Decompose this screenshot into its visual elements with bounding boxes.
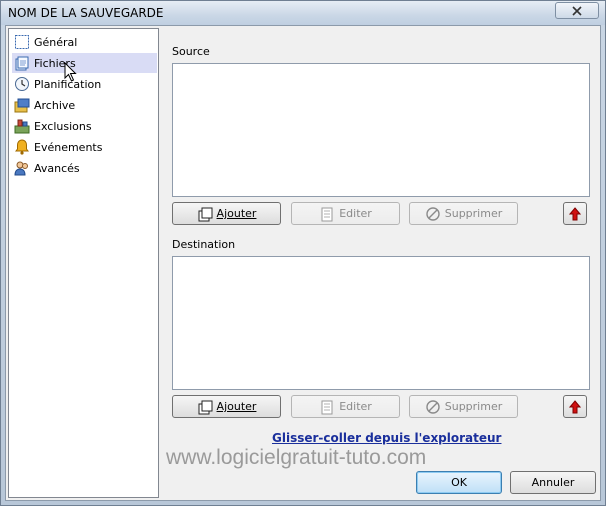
destination-add-button[interactable]: Ajouter <box>172 395 281 418</box>
arrow-up-icon <box>569 206 581 220</box>
add-files-icon <box>198 207 213 221</box>
dialog-client: Général Fichiers Planification Archive E… <box>5 25 601 501</box>
close-icon <box>572 5 582 16</box>
window-title: NOM DE LA SAUVEGARDE <box>8 6 164 20</box>
sidebar-item-general[interactable]: Général <box>12 32 157 52</box>
dialog-window: NOM DE LA SAUVEGARDE Général Fichiers Pl… <box>0 0 606 506</box>
archive-icon <box>14 98 30 113</box>
source-move-up-button[interactable] <box>563 202 587 225</box>
sidebar: Général Fichiers Planification Archive E… <box>8 28 159 498</box>
clock-icon <box>15 77 29 91</box>
mouse-cursor-icon <box>64 62 77 82</box>
sidebar-item-exclusions[interactable]: Exclusions <box>12 116 157 136</box>
ok-button[interactable]: OK <box>416 471 502 494</box>
exclusions-icon <box>14 119 30 134</box>
destination-label: Destination <box>172 238 236 251</box>
source-edit-button[interactable]: Editer <box>291 202 400 225</box>
edit-icon <box>321 400 333 414</box>
users-icon <box>14 161 28 176</box>
destination-list[interactable] <box>172 256 590 390</box>
sidebar-item-label: Evénements <box>34 140 103 154</box>
watermark-text: www.logicielgratuit-tuto.com <box>166 446 427 469</box>
source-delete-button[interactable]: Supprimer <box>409 202 518 225</box>
sidebar-item-label: Archive <box>34 98 76 112</box>
title-bar[interactable]: NOM DE LA SAUVEGARDE <box>1 1 605 25</box>
sidebar-item-avances[interactable]: Avancés <box>12 158 157 178</box>
source-list[interactable] <box>172 63 590 197</box>
sidebar-item-label: Avancés <box>34 161 80 175</box>
bell-icon <box>15 139 29 155</box>
sidebar-item-archive[interactable]: Archive <box>12 95 157 115</box>
close-button[interactable] <box>555 2 599 19</box>
destination-edit-button[interactable]: Editer <box>291 395 400 418</box>
files-icon <box>15 56 29 71</box>
cancel-button[interactable]: Annuler <box>510 471 596 494</box>
source-label: Source <box>172 45 210 58</box>
destination-delete-button[interactable]: Supprimer <box>409 395 518 418</box>
arrow-up-icon <box>569 399 581 413</box>
destination-move-up-button[interactable] <box>563 395 587 418</box>
sidebar-item-planification[interactable]: Planification <box>12 74 157 94</box>
add-files-icon <box>198 400 213 414</box>
delete-icon <box>426 399 440 414</box>
delete-icon <box>426 206 440 221</box>
source-add-button[interactable]: Ajouter <box>172 202 281 225</box>
sidebar-item-evenements[interactable]: Evénements <box>12 137 157 157</box>
sidebar-item-label: Exclusions <box>34 119 92 133</box>
general-icon <box>15 35 29 49</box>
edit-icon <box>321 207 333 221</box>
sidebar-item-label: Général <box>34 35 78 49</box>
sidebar-item-files[interactable]: Fichiers <box>12 53 157 73</box>
drag-drop-explorer-link[interactable]: Glisser-coller depuis l'explorateur <box>272 431 501 445</box>
